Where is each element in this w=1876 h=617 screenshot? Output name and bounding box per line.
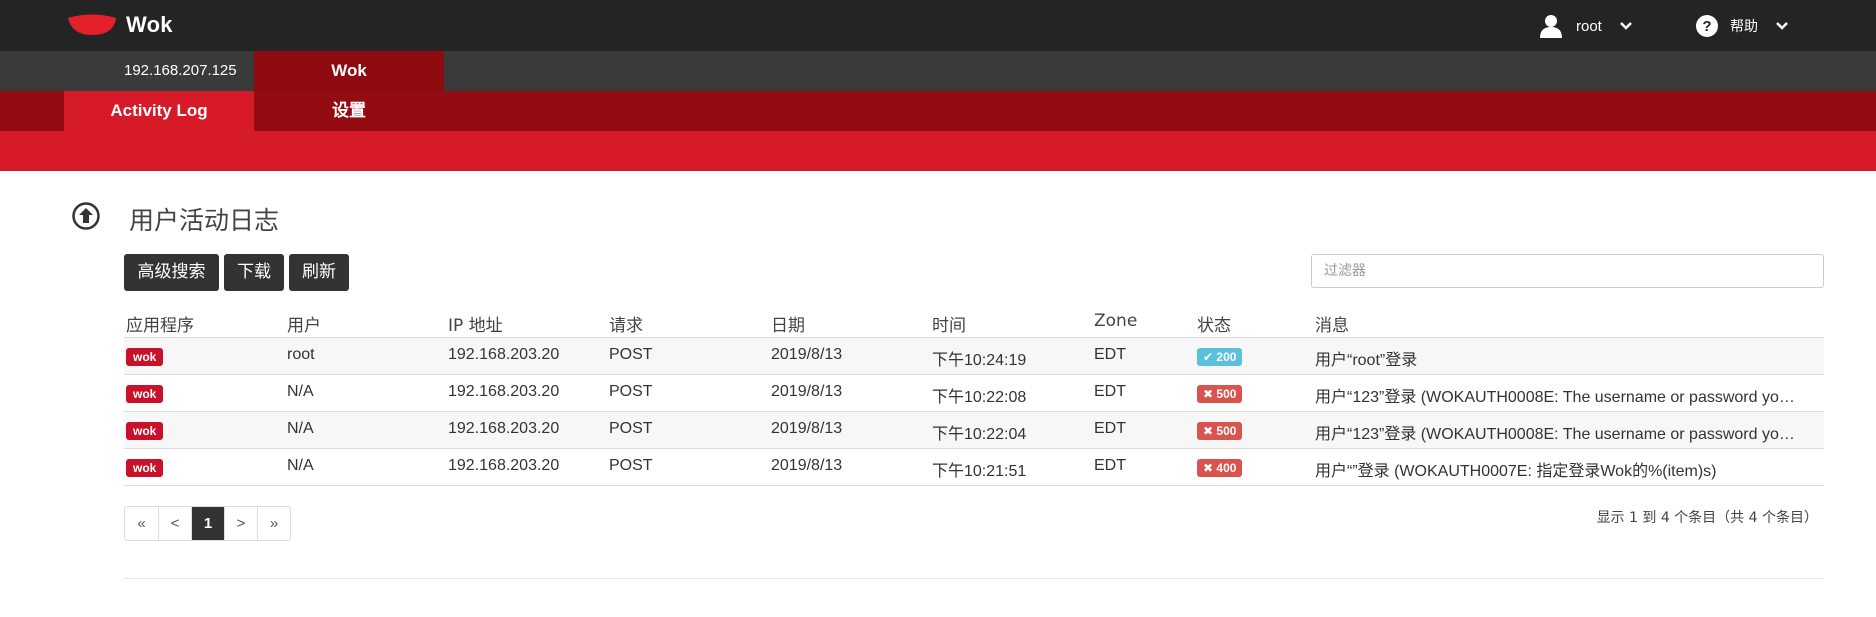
app-label: wok: [126, 385, 164, 403]
download-button[interactable]: 下载: [224, 254, 284, 291]
column-header-time[interactable]: 时间: [932, 311, 966, 336]
cell-time: 下午10:21:51: [932, 463, 1027, 480]
sub-tab-bar: Activity Log 设置: [0, 91, 1876, 131]
table-row[interactable]: wok N/A 192.168.203.20 POST 2019/8/13 下午…: [124, 375, 1824, 412]
status-badge: ✔ 200: [1197, 348, 1243, 366]
host-ip-link[interactable]: 192.168.207.125: [124, 51, 237, 91]
section-title: 用户活动日志: [129, 206, 280, 235]
page-next-button[interactable]: >: [224, 507, 257, 540]
table-row[interactable]: wok root 192.168.203.20 POST 2019/8/13 下…: [124, 338, 1824, 375]
arrow-up-circle-icon[interactable]: [72, 202, 100, 230]
cell-request: POST: [609, 457, 653, 474]
brand-name: Wok: [126, 12, 173, 37]
refresh-button[interactable]: 刷新: [289, 254, 349, 291]
cell-ip: 192.168.203.20: [448, 346, 560, 363]
status-code: 200: [1216, 350, 1237, 364]
x-icon: ✖: [1203, 387, 1214, 401]
table-row[interactable]: wok N/A 192.168.203.20 POST 2019/8/13 下午…: [124, 412, 1824, 449]
column-header-request[interactable]: 请求: [609, 311, 643, 336]
cell-ip: 192.168.203.20: [448, 420, 560, 437]
cell-message: 用户“123”登录 (WOKAUTH0008E: The username or…: [1315, 426, 1795, 443]
user-menu[interactable]: root: [1540, 12, 1632, 40]
cell-zone: EDT: [1094, 420, 1126, 437]
status-code: 400: [1216, 461, 1237, 475]
tab-wok[interactable]: Wok: [254, 51, 444, 91]
status-code: 500: [1216, 424, 1237, 438]
column-header-user[interactable]: 用户: [287, 311, 321, 336]
advanced-search-button[interactable]: 高级搜索: [124, 254, 219, 291]
app-label: wok: [126, 422, 164, 440]
cell-user: N/A: [287, 457, 314, 474]
wok-logo-icon: [68, 14, 116, 35]
cell-message: 用户“”登录 (WOKAUTH0007E: 指定登录Wok的%(item)s): [1315, 463, 1717, 480]
user-name: root: [1576, 17, 1602, 35]
cell-ip: 192.168.203.20: [448, 457, 560, 474]
app-label: wok: [126, 459, 164, 477]
x-icon: ✖: [1203, 461, 1214, 475]
column-header-status[interactable]: 状态: [1197, 311, 1231, 336]
column-header-zone[interactable]: Zone: [1094, 311, 1137, 331]
cell-message: 用户“root”登录: [1315, 352, 1418, 369]
app-label: wok: [126, 348, 164, 366]
table-row[interactable]: wok N/A 192.168.203.20 POST 2019/8/13 下午…: [124, 449, 1824, 486]
divider: [124, 578, 1824, 579]
host-bar: 192.168.207.125 Wok: [0, 51, 1876, 91]
status-badge: ✖ 500: [1197, 422, 1243, 440]
chevron-down-icon: [1776, 22, 1788, 30]
cell-zone: EDT: [1094, 383, 1126, 400]
column-header-ip[interactable]: IP 地址: [448, 311, 503, 336]
cell-request: POST: [609, 383, 653, 400]
cell-message: 用户“123”登录 (WOKAUTH0008E: The username or…: [1315, 389, 1795, 406]
tab-settings[interactable]: 设置: [254, 91, 444, 131]
status-badge: ✖ 400: [1197, 459, 1243, 477]
pagination: « < 1 > »: [124, 506, 291, 541]
cell-date: 2019/8/13: [771, 383, 843, 400]
check-icon: ✔: [1203, 350, 1214, 364]
page-1-button[interactable]: 1: [191, 507, 224, 540]
brand[interactable]: Wok: [66, 10, 173, 40]
user-icon: [1540, 15, 1562, 38]
x-icon: ✖: [1203, 424, 1214, 438]
cell-user: N/A: [287, 420, 314, 437]
cell-time: 下午10:22:08: [932, 389, 1027, 406]
cell-time: 下午10:22:04: [932, 426, 1027, 443]
help-menu[interactable]: ? 帮助: [1695, 12, 1788, 40]
column-header-app[interactable]: 应用程序: [126, 311, 194, 336]
top-navbar: Wok root ? 帮助: [0, 0, 1876, 51]
cell-zone: EDT: [1094, 457, 1126, 474]
status-code: 500: [1216, 387, 1237, 401]
tab-activity-log[interactable]: Activity Log: [64, 91, 254, 131]
cell-user: N/A: [287, 383, 314, 400]
cell-time: 下午10:24:19: [932, 352, 1027, 369]
help-icon: ?: [1696, 15, 1718, 37]
filter-input[interactable]: 过滤器: [1311, 254, 1824, 288]
table-header: 应用程序 用户 IP 地址 请求 日期 时间 Zone 状态 消息: [124, 305, 1824, 338]
status-badge: ✖ 500: [1197, 385, 1243, 403]
cell-ip: 192.168.203.20: [448, 383, 560, 400]
column-header-message[interactable]: 消息: [1315, 311, 1349, 336]
cell-date: 2019/8/13: [771, 420, 843, 437]
cell-zone: EDT: [1094, 346, 1126, 363]
column-header-date[interactable]: 日期: [771, 311, 805, 336]
cell-request: POST: [609, 420, 653, 437]
cell-user: root: [287, 346, 315, 363]
cell-date: 2019/8/13: [771, 346, 843, 363]
chevron-down-icon: [1619, 22, 1632, 30]
page-prev-button[interactable]: <: [158, 507, 191, 540]
page-info: 显示 1 到 4 个条目（共 4 个条目）: [1596, 510, 1818, 526]
page-first-button[interactable]: «: [125, 507, 158, 540]
svg-text:?: ?: [1702, 18, 1711, 35]
header-band: [0, 131, 1876, 171]
page-last-button[interactable]: »: [257, 507, 290, 540]
cell-date: 2019/8/13: [771, 457, 843, 474]
help-label: 帮助: [1730, 18, 1758, 34]
cell-request: POST: [609, 346, 653, 363]
